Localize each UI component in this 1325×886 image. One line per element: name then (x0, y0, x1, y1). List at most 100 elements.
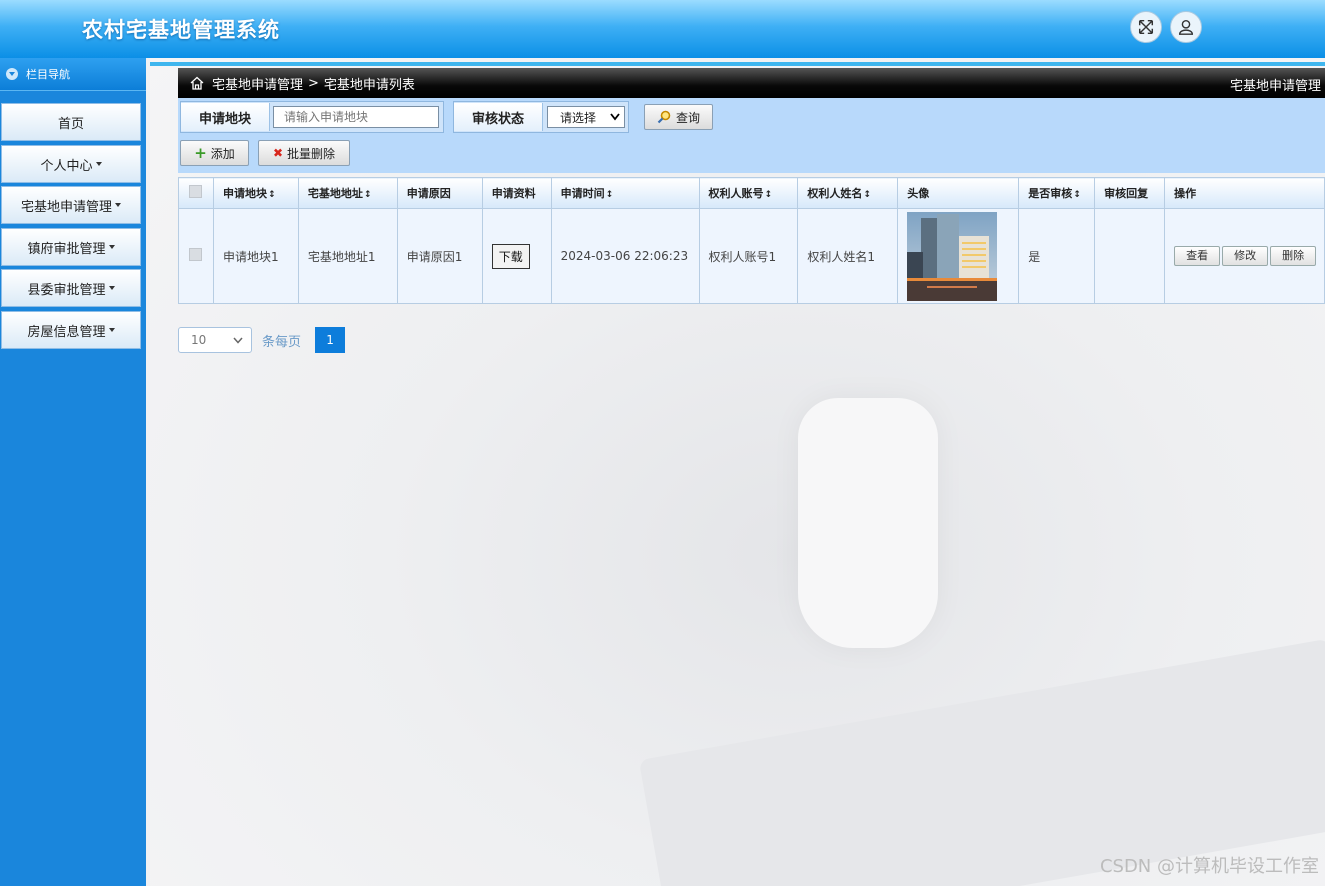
user-button[interactable] (1170, 11, 1202, 43)
delete-button[interactable]: 删除 (1270, 246, 1317, 266)
col-header-label: 是否审核 (1028, 187, 1081, 200)
select-all-header (178, 177, 214, 209)
plot-search-input[interactable] (273, 106, 440, 128)
expand-icon (1138, 19, 1154, 35)
sidebar-item-label: 宅基地申请管理 (20, 199, 112, 215)
col-header-reply: 审核回复 (1094, 177, 1166, 209)
cell-time: 2024-03-06 22:06:23 (550, 208, 700, 304)
caret-down-icon (108, 286, 115, 290)
cell-account: 权利人账号1 (698, 208, 799, 304)
caret-down-icon (108, 245, 115, 249)
sidebar-item-label: 首页 (57, 116, 84, 132)
app-title: 农村宅基地管理系统 (82, 18, 280, 42)
batch-delete-button[interactable]: ✖ 批量删除 (258, 140, 350, 166)
row-checkbox[interactable] (189, 248, 202, 261)
col-header-reviewed[interactable]: 是否审核 (1018, 177, 1096, 209)
fullscreen-button[interactable] (1130, 11, 1162, 43)
cell-plot: 申请地块1 (212, 208, 299, 304)
col-header-time[interactable]: 申请时间 (550, 177, 700, 209)
status-select[interactable]: 请选择 (547, 106, 625, 128)
col-header-name[interactable]: 权利人姓名 (797, 177, 899, 209)
caret-down-icon (95, 162, 102, 166)
cell-material: 下载 (481, 208, 552, 304)
sidebar-item-personal-center[interactable]: 个人中心 (1, 145, 141, 183)
per-page-label: 条每页 (262, 334, 302, 350)
sidebar-item-application-management[interactable]: 宅基地申请管理 (1, 186, 141, 224)
sidebar-item-label: 个人中心 (40, 158, 93, 174)
chevron-down-icon (233, 337, 243, 344)
sidebar-item-house-info[interactable]: 房屋信息管理 (1, 311, 141, 349)
col-header-label: 审核回复 (1104, 187, 1149, 200)
breadcrumb: 宅基地申请管理 > 宅基地申请列表 宅基地申请管理 (178, 68, 1325, 98)
sidebar: 栏目导航 首页 个人中心 宅基地申请管理 镇府审批管理 县委审批管理 房屋信息管… (0, 58, 146, 886)
caret-down-icon (108, 328, 115, 332)
home-icon[interactable] (190, 76, 204, 90)
col-header-label: 权利人账号 (709, 187, 773, 200)
download-button[interactable]: 下载 (491, 243, 530, 269)
col-header-label: 宅基地地址 (308, 187, 372, 200)
breadcrumb-level1[interactable]: 宅基地申请管理 (212, 74, 303, 93)
user-icon (1178, 19, 1194, 35)
page-number-current[interactable]: 1 (315, 327, 346, 353)
sidebar-heading-label: 栏目导航 (26, 68, 70, 81)
breadcrumb-separator: > (308, 75, 319, 91)
table-header-row: 申请地块 宅基地地址 申请原因 申请资料 申请时间 权利人账号 权利人姓名 头像… (178, 177, 1325, 209)
status-filter-label: 审核状态 (454, 103, 544, 131)
col-header-address[interactable]: 宅基地地址 (297, 177, 398, 209)
caret-down-icon (115, 203, 121, 207)
cell-address: 宅基地地址1 (297, 208, 398, 304)
view-button[interactable]: 查看 (1174, 246, 1221, 266)
sidebar-item-label: 镇府审批管理 (27, 241, 106, 257)
collapse-icon (6, 68, 18, 80)
col-header-label: 申请地块 (223, 187, 276, 200)
delete-x-icon: ✖ (272, 146, 284, 160)
cell-name: 权利人姓名1 (797, 208, 899, 304)
query-button-label: 查询 (675, 110, 700, 125)
add-button[interactable]: + 添加 (180, 140, 249, 166)
cell-reason: 申请原因1 (396, 208, 483, 304)
top-accent-line (150, 62, 1325, 66)
add-button-label: 添加 (210, 146, 235, 161)
col-header-label: 权利人姓名 (807, 187, 871, 200)
cell-reviewed: 是 (1018, 208, 1096, 304)
select-all-checkbox[interactable] (189, 185, 202, 198)
sidebar-item-label: 房屋信息管理 (27, 324, 106, 340)
col-header-label: 操作 (1174, 187, 1197, 200)
sidebar-item-label: 县委审批管理 (27, 282, 106, 298)
col-header-label: 头像 (907, 187, 930, 200)
plot-search-group: 申请地块 (180, 101, 444, 133)
col-header-actions: 操作 (1164, 177, 1325, 209)
sidebar-item-town-approval[interactable]: 镇府审批管理 (1, 228, 141, 266)
page-size-select[interactable]: 10 (178, 327, 252, 353)
col-header-label: 申请时间 (561, 187, 614, 200)
search-panel: 申请地块 审核状态 请选择 查询 + 添加 ✖ 批量删除 (178, 98, 1325, 173)
status-select-value: 请选择 (560, 110, 597, 125)
pagination: 10 条每页 1 (178, 327, 346, 353)
col-header-plot[interactable]: 申请地块 (212, 177, 299, 209)
edit-button[interactable]: 修改 (1222, 246, 1269, 266)
data-table: 申请地块 宅基地地址 申请原因 申请资料 申请时间 权利人账号 权利人姓名 头像… (178, 177, 1325, 304)
top-header: 农村宅基地管理系统 (0, 0, 1325, 58)
col-header-avatar: 头像 (897, 177, 1020, 209)
main-content: 宅基地申请管理 > 宅基地申请列表 宅基地申请管理 申请地块 审核状态 请选择 … (150, 58, 1325, 886)
status-filter-group: 审核状态 请选择 (453, 101, 629, 133)
cell-reply (1094, 208, 1166, 304)
col-header-label: 申请资料 (491, 187, 536, 200)
watermark: CSDN @计算机毕设工作室 (1099, 856, 1319, 877)
cell-actions: 查看 修改 删除 (1164, 208, 1325, 304)
sidebar-item-home[interactable]: 首页 (1, 103, 141, 141)
col-header-account[interactable]: 权利人账号 (698, 177, 799, 209)
page-size-value: 10 (191, 333, 207, 347)
avatar-image[interactable] (907, 211, 998, 301)
plot-search-label: 申请地块 (181, 103, 271, 131)
row-select-cell (178, 208, 214, 304)
table-row: 申请地块1 宅基地地址1 申请原因1 下载 2024-03-06 22:06:2… (178, 208, 1325, 304)
sidebar-item-county-approval[interactable]: 县委审批管理 (1, 269, 141, 307)
col-header-material: 申请资料 (481, 177, 552, 209)
col-header-reason: 申请原因 (396, 177, 483, 209)
breadcrumb-level2: 宅基地申请列表 (323, 77, 415, 93)
cell-avatar (897, 208, 1020, 304)
search-icon (657, 110, 671, 124)
query-button[interactable]: 查询 (644, 104, 713, 130)
batch-delete-button-label: 批量删除 (287, 146, 336, 161)
